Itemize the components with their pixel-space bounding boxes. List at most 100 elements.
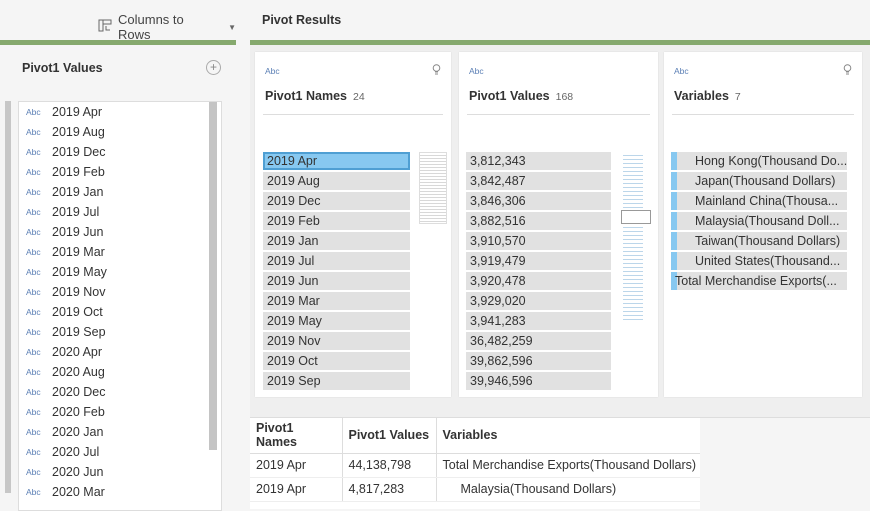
list-item[interactable]: Abc 2019 Apr (19, 102, 221, 122)
results-table: Pivot1 Names Pivot1 Values Variables 2019 … (250, 418, 704, 502)
value-bar[interactable]: Malaysia(Thousand Doll... (671, 212, 847, 230)
profile-card-variables[interactable]: Abc Variables 7 Hong Kong(Thousand Do... J… (664, 52, 862, 397)
value-bar[interactable]: 3,812,343 (466, 152, 611, 170)
field-label: 2019 Nov (52, 285, 106, 299)
value-label: Hong Kong(Thousand Do... (695, 154, 847, 168)
string-type-icon: Abc (26, 187, 41, 197)
list-item[interactable]: Abc 2019 Jun (19, 222, 221, 242)
column-header[interactable]: Pivot1 Values (342, 418, 437, 454)
value-list: 2019 Apr 2019 Aug 2019 Dec 2019 Feb 2019 Jan… (263, 152, 410, 392)
list-item[interactable]: Abc 2019 Dec (19, 142, 221, 162)
string-type-icon: Abc (26, 347, 41, 357)
field-label: 2020 Jan (52, 425, 104, 439)
bar-fill (671, 212, 677, 230)
list-item[interactable]: Abc 2019 Sep (19, 322, 221, 342)
value-bar[interactable]: 2019 Feb (263, 212, 410, 230)
value-bar[interactable]: Japan(Thousand Dollars) (671, 172, 847, 190)
list-item[interactable]: Abc 2020 Jun (19, 462, 221, 482)
value-bar[interactable]: 2019 Dec (263, 192, 410, 210)
field-label: 2020 Apr (52, 345, 103, 359)
list-item[interactable]: Abc 2020 Mar (19, 482, 221, 502)
string-type-icon: Abc (26, 227, 41, 237)
value-bar[interactable]: 3,910,570 (466, 232, 611, 250)
list-item[interactable]: Abc 2020 Jan (19, 422, 221, 442)
profile-card-names[interactable]: Abc Pivot1 Names 24 2019 Apr 2019 Aug 2019 … (255, 52, 451, 397)
string-type-icon: Abc (26, 387, 41, 397)
value-bar[interactable]: 3,929,020 (466, 292, 611, 310)
list-item[interactable]: Abc 2019 Mar (19, 242, 221, 262)
left-toolbar: Columns to Rows ▼ (0, 0, 236, 44)
column-header[interactable]: Variables (436, 418, 704, 454)
value-bar[interactable]: Taiwan(Thousand Dollars) (671, 232, 847, 250)
table-row[interactable]: 2019 Apr 44,138,798 Total Merchandise Expo… (250, 453, 704, 478)
list-item[interactable]: Abc 2019 Oct (19, 302, 221, 322)
value-bar[interactable]: 3,919,479 (466, 252, 611, 270)
histogram-scrollbar[interactable] (419, 152, 447, 224)
value-histogram[interactable] (623, 152, 643, 322)
chevron-down-icon: ▼ (228, 22, 236, 32)
list-item[interactable]: Abc 2019 Jan (19, 182, 221, 202)
list-item[interactable]: Abc 2020 Aug (19, 362, 221, 382)
list-item[interactable]: Abc 2019 Nov (19, 282, 221, 302)
string-type-icon: Abc (26, 147, 41, 157)
value-bar[interactable]: 2019 Mar (263, 292, 410, 310)
lightbulb-icon[interactable] (843, 64, 852, 79)
string-type-icon: Abc (26, 267, 41, 277)
value-bar[interactable]: 2019 Aug (263, 172, 410, 190)
value-bar[interactable]: United States(Thousand... (671, 252, 847, 270)
value-bar[interactable]: 2019 Jan (263, 232, 410, 250)
bar-fill (671, 152, 677, 170)
list-item[interactable]: Abc 2020 Apr (19, 342, 221, 362)
value-bar[interactable]: 3,846,306 (466, 192, 611, 210)
value-bar[interactable]: 2019 Jun (263, 272, 410, 290)
add-icon[interactable]: + (206, 60, 221, 75)
pivot-icon (98, 19, 112, 35)
value-bar[interactable]: 2019 May (263, 312, 410, 330)
bar-fill (671, 192, 677, 210)
list-item[interactable]: Abc 2019 May (19, 262, 221, 282)
value-bar[interactable]: 2019 Apr (263, 152, 410, 170)
value-bar[interactable]: 39,946,596 (466, 372, 611, 390)
field-name: Pivot1 Names 24 (265, 89, 365, 103)
string-type-icon[interactable]: Abc (469, 66, 484, 76)
value-bar[interactable]: 2019 Sep (263, 372, 410, 390)
list-item[interactable]: Abc 2020 Jul (19, 442, 221, 462)
string-type-icon: Abc (26, 127, 41, 137)
list-item[interactable]: Abc 2019 Feb (19, 162, 221, 182)
pivot-type-dropdown[interactable]: Columns to Rows ▼ (98, 12, 236, 42)
value-bar[interactable]: 2019 Jul (263, 252, 410, 270)
list-item[interactable]: Abc 2019 Jul (19, 202, 221, 222)
value-bar[interactable]: Mainland China(Thousa... (671, 192, 847, 210)
pivot-type-label: Columns to Rows (118, 12, 184, 42)
panel-splitter[interactable] (236, 0, 250, 509)
value-bar[interactable]: 2019 Nov (263, 332, 410, 350)
value-bar[interactable]: Hong Kong(Thousand Do... (671, 152, 847, 170)
field-label: 2020 Aug (52, 365, 105, 379)
string-type-icon[interactable]: Abc (674, 66, 689, 76)
list-item[interactable]: Abc 2020 Dec (19, 382, 221, 402)
value-bar[interactable]: 2019 Oct (263, 352, 410, 370)
bar-fill (671, 232, 677, 250)
list-item[interactable]: Abc 2019 Aug (19, 122, 221, 142)
field-count: 24 (352, 91, 365, 103)
table-row[interactable]: 2019 Apr 4,817,283 Malaysia(Thousand Dolla… (250, 477, 704, 502)
value-bar[interactable]: 3,941,283 (466, 312, 611, 330)
string-type-icon[interactable]: Abc (265, 66, 280, 76)
string-type-icon: Abc (26, 487, 41, 497)
string-type-icon: Abc (26, 207, 41, 217)
divider (672, 114, 854, 115)
value-bar[interactable]: 3,842,487 (466, 172, 611, 190)
column-header[interactable]: Pivot1 Names (250, 418, 343, 454)
histogram-thumb[interactable] (621, 210, 651, 224)
value-bar[interactable]: 39,862,596 (466, 352, 611, 370)
lightbulb-icon[interactable] (432, 64, 441, 79)
profile-card-values[interactable]: Abc Pivot1 Values 168 3,812,343 3,842,487 3… (459, 52, 658, 397)
value-bar[interactable]: 36,482,259 (466, 332, 611, 350)
value-bar[interactable]: 3,882,516 (466, 212, 611, 230)
list-item[interactable]: Abc 2020 Feb (19, 402, 221, 422)
value-bar[interactable]: 3,920,478 (466, 272, 611, 290)
results-title: Pivot Results (262, 13, 342, 27)
panel-scrollbar[interactable] (5, 101, 11, 493)
list-scrollbar[interactable] (209, 102, 217, 450)
value-bar[interactable]: Total Merchandise Exports(... (671, 272, 847, 290)
